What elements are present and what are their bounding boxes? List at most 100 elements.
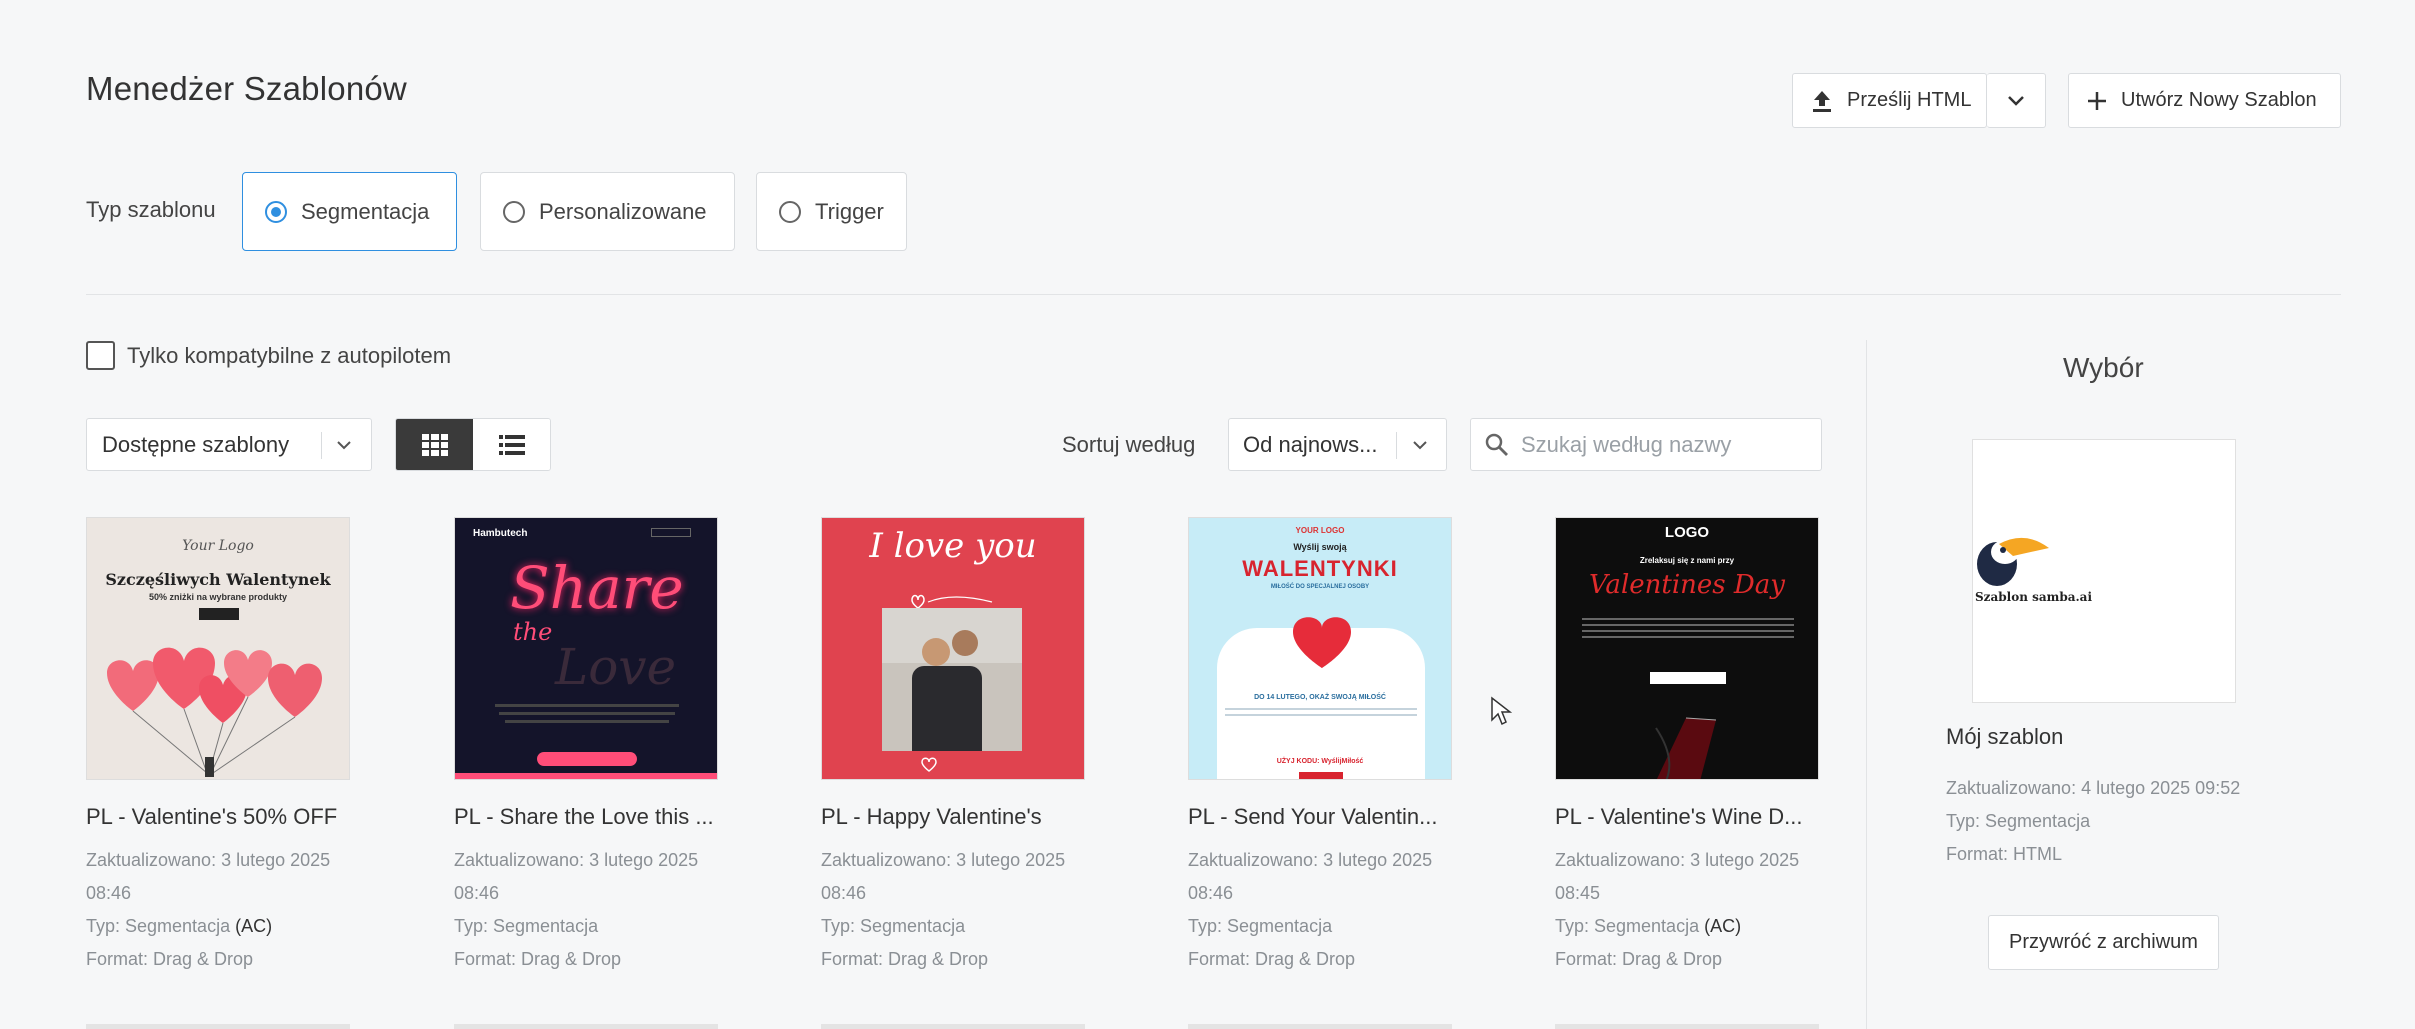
template-card[interactable]: YOUR LOGO Wyślij swoją WALENTYNKI MIŁOŚĆ… <box>1188 517 1452 976</box>
thumb-text-line <box>499 712 675 715</box>
thumb-text-line <box>1582 636 1794 638</box>
template-card[interactable]: I love you PL - Happy Valentine's Zaktua… <box>821 517 1085 976</box>
template-name[interactable]: PL - Valentine's 50% OFF <box>86 804 350 830</box>
thumb-photo-sky <box>882 608 1022 663</box>
template-updated-time: 08:45 <box>1555 883 1601 903</box>
thumb-text-line <box>1582 624 1794 626</box>
thumb-text-line <box>1582 630 1794 632</box>
upload-options-dropdown[interactable] <box>1987 73 2046 128</box>
thumb-body-heading: DO 14 LUTEGO, OKAŻ SWOJĄ MIŁOŚĆ <box>1254 694 1386 701</box>
panel-divider <box>1866 340 1867 1029</box>
template-meta: Zaktualizowano: 3 lutego 2025 08:45 Typ:… <box>1555 844 1819 976</box>
template-format: Format: Drag & Drop <box>1555 949 1723 969</box>
template-thumbnail[interactable]: LOGO Zrelaksuj się z nami przy Valentine… <box>1555 517 1819 780</box>
chevron-down-icon <box>1413 441 1427 450</box>
search-icon <box>1485 433 1508 456</box>
list-icon <box>498 434 525 455</box>
template-card-partial <box>1555 1024 1819 1029</box>
template-type: Typ: Segmentacja (AC) <box>86 910 350 943</box>
type-option-personalizowane[interactable]: Personalizowane <box>480 172 735 251</box>
template-updated-time: 08:46 <box>821 883 867 903</box>
autopilot-checkbox[interactable] <box>86 341 115 370</box>
restore-from-archive-button[interactable]: Przywróć z archiwum <box>1988 915 2219 970</box>
template-meta: Zaktualizowano: 3 lutego 2025 08:46 Typ:… <box>454 844 718 976</box>
template-card-partial <box>1188 1024 1452 1029</box>
thumb-photo-body <box>912 666 982 751</box>
thumb-cta <box>537 752 637 766</box>
chevron-down-icon <box>337 441 351 450</box>
available-templates-value: Dostępne szablony <box>102 431 290 457</box>
template-name[interactable]: PL - Send Your Valentin... <box>1188 804 1452 830</box>
grid-icon <box>421 433 448 456</box>
autopilot-filter[interactable]: Tylko kompatybilne z autopilotem <box>86 341 451 370</box>
template-type-label: Typ szablonu <box>86 197 216 222</box>
grid-view-button[interactable] <box>396 419 473 470</box>
thumb-heading: Share <box>510 554 684 622</box>
template-name[interactable]: PL - Share the Love this ... <box>454 804 718 830</box>
template-updated: Zaktualizowano: 3 lutego 2025 <box>821 850 1066 870</box>
thumb-logo-text: YOUR LOGO <box>1295 526 1345 535</box>
upload-html-button[interactable]: Prześlij HTML <box>1792 73 1987 128</box>
template-type-text: Typ: Segmentacja <box>821 916 966 936</box>
template-name[interactable]: PL - Valentine's Wine D... <box>1555 804 1819 830</box>
template-type: Typ: Segmentacja <box>454 910 718 943</box>
template-thumbnail[interactable]: YOUR LOGO Wyślij swoją WALENTYNKI MIŁOŚĆ… <box>1188 517 1452 780</box>
thumb-heading: I love you <box>869 526 1037 566</box>
sort-select[interactable]: Od najnows... <box>1228 418 1447 471</box>
type-option-segmentacja[interactable]: Segmentacja <box>242 172 457 251</box>
thumb-text-line <box>1582 618 1794 620</box>
template-updated: Zaktualizowano: 3 lutego 2025 <box>1188 850 1433 870</box>
radio-selected-icon <box>265 200 287 223</box>
template-card[interactable]: Hambutech Share the Love PL - Share the … <box>454 517 718 976</box>
thumb-heading-2: Love <box>555 638 677 696</box>
template-format: Format: Drag & Drop <box>1188 949 1356 969</box>
template-thumbnail[interactable]: Hambutech Share the Love <box>454 517 718 780</box>
chevron-down-icon <box>2008 95 2024 106</box>
template-format: Format: Drag & Drop <box>86 949 254 969</box>
thumb-photo-person <box>952 630 978 656</box>
template-meta: Zaktualizowano: 3 lutego 2025 08:46 Typ:… <box>821 844 1085 976</box>
template-updated-time: 08:46 <box>1188 883 1234 903</box>
toucan-logo-icon <box>1977 537 2049 586</box>
select-separator <box>321 432 322 459</box>
template-updated: Zaktualizowano: 3 lutego 2025 <box>86 850 331 870</box>
template-meta: Zaktualizowano: 3 lutego 2025 08:46 Typ:… <box>86 844 350 976</box>
thumb-pretitle: Zrelaksuj się z nami przy <box>1639 556 1735 565</box>
selected-template-updated: Zaktualizowano: 4 lutego 2025 09:52 <box>1946 778 2241 798</box>
selected-template-format: Format: HTML <box>1946 844 2063 864</box>
template-type-text: Typ: Segmentacja <box>454 916 599 936</box>
thumb-cta <box>1650 672 1726 684</box>
type-option-label: Trigger <box>815 198 884 224</box>
template-thumbnail[interactable]: I love you <box>821 517 1085 780</box>
type-option-trigger[interactable]: Trigger <box>756 172 907 251</box>
template-type: Typ: Segmentacja <box>1188 910 1452 943</box>
selected-template-thumbnail[interactable]: Szablon samba.ai <box>1972 439 2236 703</box>
thumb-logo-text: LOGO <box>1664 524 1710 541</box>
selected-thumb-text: Szablon samba.ai <box>1975 590 2093 604</box>
thumb-logo-text: Your Logo <box>182 538 254 554</box>
template-type-text: Typ: Segmentacja <box>1555 916 1700 936</box>
upload-icon <box>1813 90 1831 112</box>
template-card-partial <box>454 1024 718 1029</box>
template-card[interactable]: Your Logo Szczęśliwych Walentynek 50% zn… <box>86 517 350 976</box>
thumb-code-text: UŻYJ KODU: WyślijMiłość <box>1276 758 1364 765</box>
thumb-subheading: MIŁOŚĆ DO SPECJALNEJ OSOBY <box>1270 584 1370 590</box>
template-card[interactable]: LOGO Zrelaksuj się z nami przy Valentine… <box>1555 517 1819 976</box>
type-option-label: Segmentacja <box>301 198 430 224</box>
upload-html-label: Prześlij HTML <box>1847 89 1972 111</box>
thumb-text-line <box>495 704 679 707</box>
autopilot-label: Tylko kompatybilne z autopilotem <box>127 342 452 368</box>
create-template-label: Utwórz Nowy Szablon <box>2121 89 2317 111</box>
template-updated: Zaktualizowano: 3 lutego 2025 <box>454 850 699 870</box>
template-updated-time: 08:46 <box>454 883 500 903</box>
create-template-button[interactable]: Utwórz Nowy Szablon <box>2068 73 2341 128</box>
select-separator <box>1396 432 1397 459</box>
thumb-text-line <box>1225 708 1417 710</box>
sort-label: Sortuj według <box>1062 432 1196 457</box>
list-view-button[interactable] <box>473 419 550 470</box>
thumb-heading: WALENTYNKI <box>1242 556 1398 581</box>
available-templates-select[interactable]: Dostępne szablony <box>86 418 372 471</box>
template-thumbnail[interactable]: Your Logo Szczęśliwych Walentynek 50% zn… <box>86 517 350 780</box>
template-name[interactable]: PL - Happy Valentine's <box>821 804 1085 830</box>
search-input[interactable] <box>1521 431 1811 458</box>
